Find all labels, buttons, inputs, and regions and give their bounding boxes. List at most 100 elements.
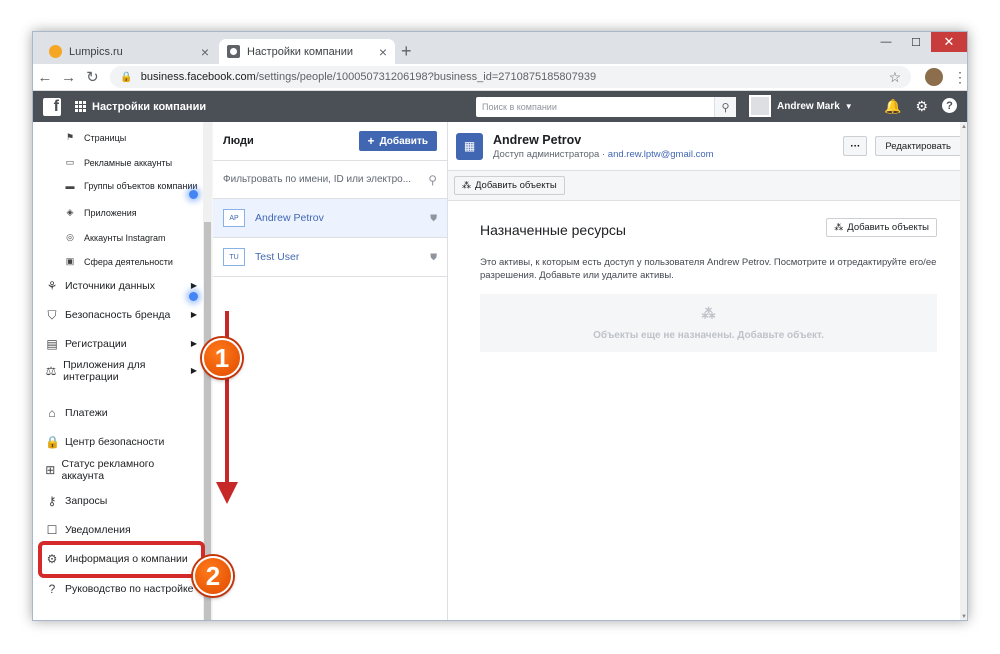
apps-grid-icon[interactable]	[75, 101, 86, 112]
gear-icon[interactable]: ⚙	[915, 98, 928, 115]
account-switcher[interactable]: Andrew Mark ▼	[749, 95, 853, 117]
person-name: Andrew Petrov	[255, 212, 324, 224]
sidebar-item-label: Регистрации	[65, 338, 127, 350]
key-icon: ⚷	[47, 494, 57, 508]
sidebar-item-integrations[interactable]: ⚖ Приложения для интеграции ▶	[45, 359, 197, 383]
sidebar-item-label: Приложения	[84, 207, 137, 218]
more-options-button[interactable]: ···	[843, 136, 868, 156]
scroll-down-arrow-head	[216, 482, 238, 504]
plus-icon: +	[367, 134, 375, 148]
tab-lumpics[interactable]: Lumpics.ru ×	[41, 39, 217, 64]
detail-scrollbar[interactable]: ▲ ▼	[960, 122, 967, 620]
detail-toolbar: ⁂ Добавить объекты	[448, 171, 967, 201]
sidebar-item-label: Запросы	[65, 495, 108, 507]
sidebar-item-notifications[interactable]: ☐ Уведомления	[45, 524, 201, 536]
sidebar-item-instagram[interactable]: ◎ Аккаунты Instagram	[65, 232, 166, 243]
add-assets-label: Добавить объекты	[475, 180, 557, 191]
assigned-assets-section: Назначенные ресурсы ⁂ Добавить объекты Эт…	[480, 218, 937, 352]
person-badge-icon: ▦	[456, 132, 483, 160]
maximize-icon[interactable]: ☐	[901, 32, 931, 52]
back-icon[interactable]: ←	[33, 69, 57, 86]
chevron-right-icon: ▶	[190, 310, 197, 319]
facebook-logo-icon[interactable]: f	[43, 97, 61, 116]
forward-icon[interactable]: →	[57, 69, 81, 86]
person-name: Test User	[255, 251, 300, 263]
edit-button[interactable]: Редактировать	[875, 136, 961, 156]
sidebar-item-security-center[interactable]: 🔒 Центр безопасности	[45, 436, 201, 448]
chevron-right-icon: ▶	[190, 339, 197, 348]
search-placeholder: Поиск в компании	[482, 102, 557, 112]
chevron-down-icon: ▼	[844, 101, 853, 111]
cube-icon: ◈	[66, 207, 74, 217]
chrome-menu-icon[interactable]: ⋮	[953, 69, 967, 86]
add-person-button[interactable]: + Добавить	[358, 131, 437, 151]
sidebar-item-requests[interactable]: ⚷ Запросы	[45, 495, 201, 507]
step-1-marker: 1	[202, 338, 242, 378]
reload-icon[interactable]: ↻	[81, 68, 105, 86]
new-tab-icon[interactable]: +	[401, 41, 412, 62]
window-controls: — ☐ ✕	[871, 32, 967, 52]
sidebar-item-setup-guide[interactable]: ? Руководство по настройке	[45, 583, 203, 595]
company-search-input[interactable]: Поиск в компании ⚲	[476, 97, 736, 117]
search-icon[interactable]: ⚲	[714, 97, 736, 117]
bell-icon[interactable]: 🔔	[884, 98, 901, 115]
user-name: Andrew Mark	[777, 100, 840, 112]
sidebar-item-ad-account-status[interactable]: ⊞ Статус рекламного аккаунта	[45, 458, 165, 482]
address-bar[interactable]: 🔒 business.facebook.com /settings/people…	[110, 66, 912, 88]
tab-title: Lumpics.ru	[69, 45, 123, 58]
add-assets-button[interactable]: ⁂ Добавить объекты	[454, 176, 565, 195]
people-title: Люди	[223, 135, 254, 147]
minimize-icon[interactable]: —	[871, 32, 901, 52]
close-tab-icon[interactable]: ×	[379, 44, 387, 60]
filter-placeholder: Фильтровать по имени, ID или электро...	[223, 174, 412, 185]
url-host: business.facebook.com	[140, 71, 256, 83]
sidebar-item-payments[interactable]: ⌂ Платежи	[45, 407, 201, 419]
sidebar-item-asset-groups[interactable]: ▬ Группы объектов компании	[65, 181, 198, 191]
sidebar-item-registrations[interactable]: ▤ Регистрации ▶	[45, 338, 201, 350]
settings-favicon-icon	[227, 45, 240, 58]
sidebar-item-business-area[interactable]: ▣ Сфера деятельности	[65, 256, 173, 267]
lock-icon: 🔒	[120, 71, 133, 83]
highlight-company-info	[38, 541, 205, 578]
profile-avatar-icon[interactable]	[925, 68, 943, 86]
people-filter-input[interactable]: Фильтровать по имени, ID или электро... …	[213, 161, 447, 199]
sidebar-item-label: Страницы	[84, 132, 127, 143]
url-path: /settings/people/100050731206198?busines…	[255, 71, 597, 83]
flag-icon: ⚑	[65, 132, 75, 142]
sidebar-item-pages[interactable]: ⚑ Страницы	[65, 132, 126, 143]
assets-icon: ⁂	[462, 180, 471, 190]
search-icon: ⚲	[428, 172, 437, 187]
close-tab-icon[interactable]: ×	[201, 44, 209, 60]
section-description: Это активы, к которым есть доступ у поль…	[480, 257, 937, 281]
tab-company-settings[interactable]: Настройки компании ×	[219, 39, 395, 64]
help-icon[interactable]: ?	[942, 98, 957, 113]
empty-message: Объекты еще не назначены. Добавьте объек…	[593, 330, 824, 341]
scroll-up-icon[interactable]: ▲	[961, 124, 967, 130]
sidebar-item-apps[interactable]: ◈ Приложения	[65, 207, 137, 218]
sidebar-item-brand-safety[interactable]: ⛉ Безопасность бренда ▶	[45, 309, 201, 321]
close-window-icon[interactable]: ✕	[931, 32, 967, 52]
notification-icon: ☐	[46, 523, 58, 537]
sidebar-item-data-sources[interactable]: ⚘ Источники данных ▶	[45, 280, 201, 292]
browser-toolbar: ← → ↻ 🔒 business.facebook.com /settings/…	[33, 64, 967, 91]
sidebar-item-ad-accounts[interactable]: ▭ Рекламные аккаунты	[65, 157, 172, 168]
folder-icon: ▬	[65, 181, 75, 191]
sidebar-item-label: Сфера деятельности	[84, 256, 173, 267]
access-level: Доступ администратора	[493, 148, 600, 160]
add-assets-button[interactable]: ⁂ Добавить объекты	[826, 218, 937, 237]
person-detail-panel: ▦ Andrew Petrov Доступ администратора · …	[448, 122, 967, 620]
add-assets-label: Добавить объекты	[847, 222, 929, 233]
person-email[interactable]: and.rew.lptw@gmail.com	[608, 149, 714, 160]
sidebar-item-label: Центр безопасности	[65, 436, 165, 448]
scroll-down-icon[interactable]: ▼	[961, 614, 967, 620]
admin-shield-icon: ⛊	[430, 212, 437, 223]
bookmark-star-icon[interactable]: ☆	[889, 69, 902, 86]
bank-icon: ⌂	[48, 406, 56, 420]
step-2-marker: 2	[193, 556, 233, 596]
data-sources-icon: ⚘	[46, 279, 58, 293]
business-settings-title[interactable]: Настройки компании	[92, 101, 206, 113]
person-row-test-user[interactable]: TU Test User ⛊	[213, 238, 447, 277]
person-identity: Andrew Petrov Доступ администратора · an…	[493, 133, 714, 160]
empty-assets-placeholder: ⁂ Объекты еще не назначены. Добавьте объ…	[480, 294, 937, 352]
person-row-andrew-petrov[interactable]: AP Andrew Petrov ⛊	[213, 199, 447, 238]
